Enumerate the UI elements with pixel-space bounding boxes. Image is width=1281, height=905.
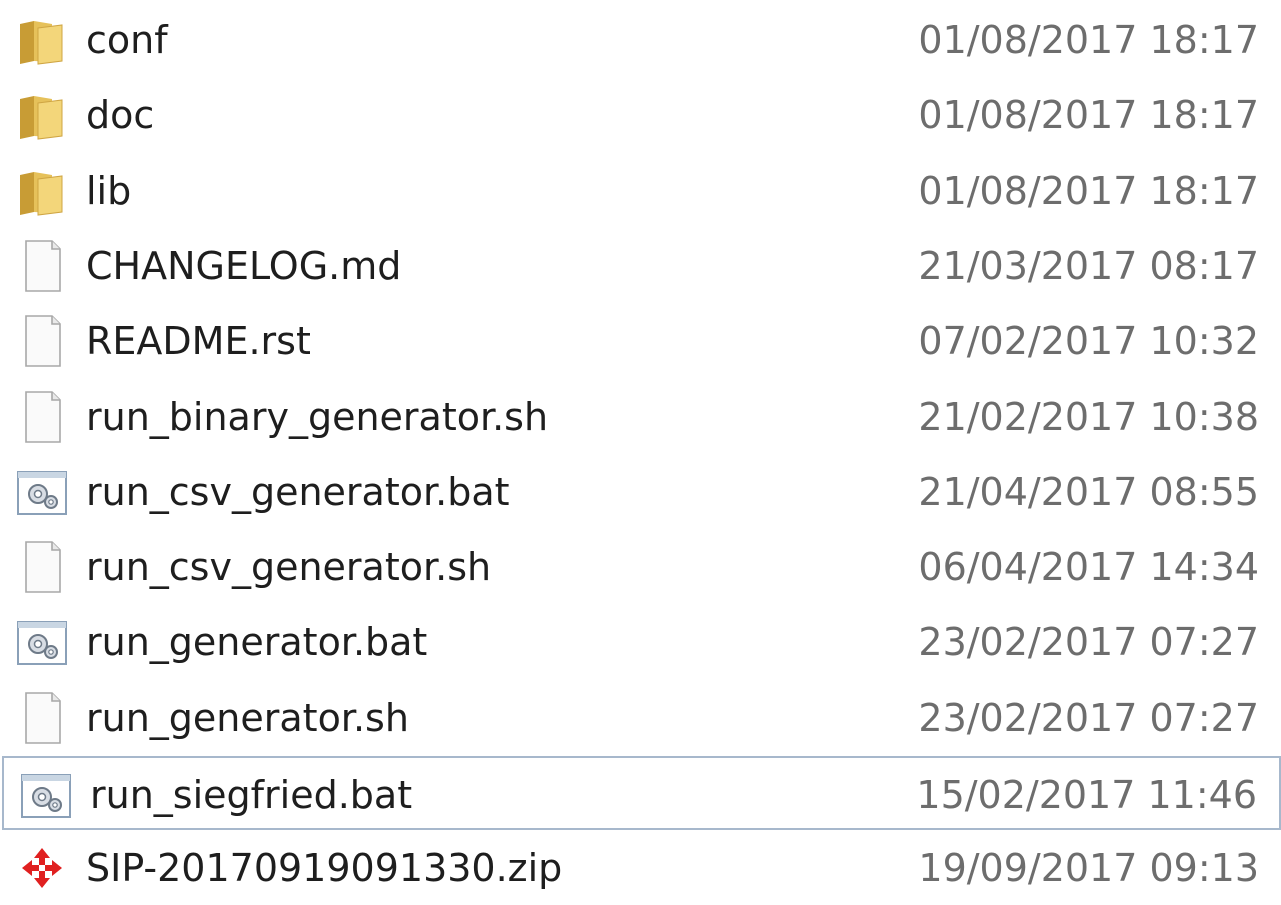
- file-row[interactable]: SIP-20170919091330.zip 19/09/2017 09:13: [0, 831, 1281, 905]
- file-row[interactable]: CHANGELOG.md 21/03/2017 08:17: [0, 229, 1281, 303]
- file-date-modified: 19/09/2017 09:13: [918, 846, 1259, 891]
- file-row[interactable]: run_siegfried.bat 15/02/2017 11:46: [2, 756, 1281, 830]
- file-name: run_binary_generator.sh: [86, 394, 549, 439]
- document-icon: [14, 238, 70, 294]
- file-name: run_siegfried.bat: [90, 773, 413, 817]
- file-row[interactable]: conf 01/08/2017 18:17: [0, 3, 1281, 77]
- file-date-modified: 06/04/2017 14:34: [918, 545, 1259, 590]
- file-date-modified: 23/02/2017 07:27: [918, 695, 1259, 740]
- batch-file-icon: [14, 614, 70, 670]
- file-date-modified: 21/03/2017 08:17: [918, 243, 1259, 288]
- document-icon: [14, 389, 70, 445]
- file-row[interactable]: lib 01/08/2017 18:17: [0, 154, 1281, 228]
- file-row[interactable]: README.rst 07/02/2017 10:32: [0, 304, 1281, 378]
- file-name: conf: [86, 18, 168, 62]
- file-name: CHANGELOG.md: [86, 243, 402, 288]
- file-row[interactable]: run_csv_generator.sh 06/04/2017 14:34: [0, 530, 1281, 604]
- file-date-modified: 01/08/2017 18:17: [918, 168, 1259, 213]
- file-row[interactable]: run_csv_generator.bat 21/04/2017 08:55: [0, 455, 1281, 529]
- file-name: run_csv_generator.bat: [86, 469, 510, 514]
- file-name: run_csv_generator.sh: [86, 545, 492, 590]
- folder-icon: [14, 12, 70, 68]
- file-date-modified: 01/08/2017 18:17: [918, 93, 1259, 138]
- file-name: run_generator.sh: [86, 695, 409, 740]
- file-row[interactable]: run_binary_generator.sh 21/02/2017 10:38: [0, 380, 1281, 454]
- document-icon: [14, 690, 70, 746]
- file-name: doc: [86, 93, 155, 138]
- file-list: conf 01/08/2017 18:17 doc 01/08/2017 18:17…: [0, 0, 1281, 890]
- batch-file-icon: [18, 767, 74, 823]
- file-date-modified: 15/02/2017 11:46: [916, 773, 1257, 817]
- folder-icon: [14, 163, 70, 219]
- file-name: SIP-20170919091330.zip: [86, 846, 563, 891]
- file-row[interactable]: run_generator.sh 23/02/2017 07:27: [0, 681, 1281, 755]
- file-date-modified: 07/02/2017 10:32: [918, 319, 1259, 364]
- file-row[interactable]: doc 01/08/2017 18:17: [0, 78, 1281, 152]
- batch-file-icon: [14, 464, 70, 520]
- file-name: README.rst: [86, 319, 311, 364]
- file-date-modified: 01/08/2017 18:17: [918, 18, 1259, 62]
- file-row[interactable]: run_generator.bat 23/02/2017 07:27: [0, 605, 1281, 679]
- file-date-modified: 21/02/2017 10:38: [918, 394, 1259, 439]
- document-icon: [14, 539, 70, 595]
- file-name: lib: [86, 168, 132, 213]
- file-date-modified: 21/04/2017 08:55: [918, 469, 1259, 514]
- file-name: run_generator.bat: [86, 620, 428, 665]
- document-icon: [14, 313, 70, 369]
- zip-archive-icon: [14, 840, 70, 896]
- folder-icon: [14, 87, 70, 143]
- file-date-modified: 23/02/2017 07:27: [918, 620, 1259, 665]
